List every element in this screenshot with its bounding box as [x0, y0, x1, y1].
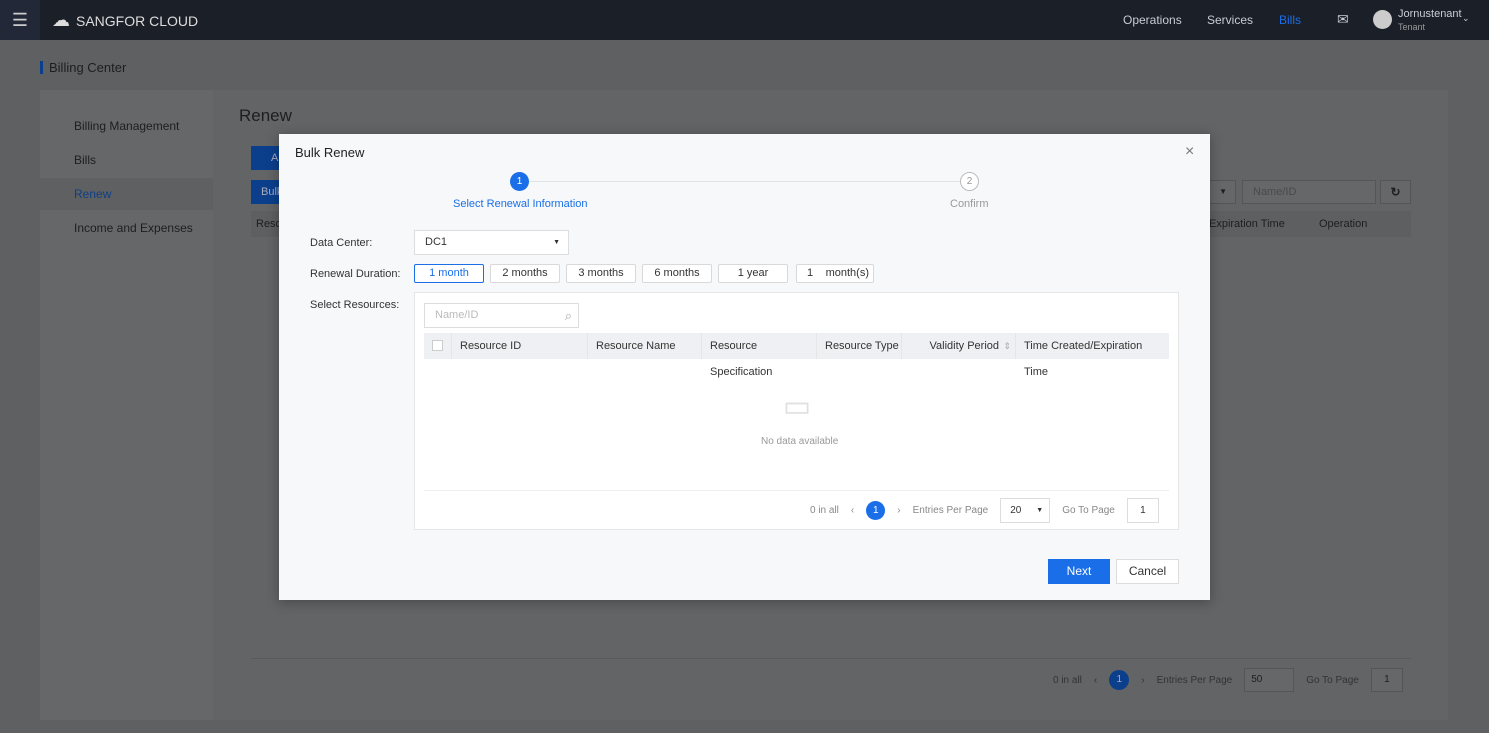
col-validity-period[interactable]: Validity Period ⇕ — [902, 333, 1016, 359]
user-role: Tenant — [1398, 22, 1426, 32]
resource-table-header: Resource ID Resource Name Resource Speci… — [424, 333, 1169, 378]
prev-page-icon[interactable]: ‹ — [851, 505, 854, 516]
prev-page-icon[interactable]: ‹ — [1094, 675, 1097, 686]
refresh-icon[interactable]: ↻ — [1380, 180, 1411, 204]
caret-down-icon: ▼ — [553, 239, 560, 246]
divider — [424, 490, 1169, 491]
chevron-down-icon[interactable]: ⌄ — [1462, 13, 1470, 24]
col-time-created[interactable]: Time Created/Expiration Time — [1016, 333, 1169, 378]
step-1-label: Select Renewal Information — [453, 198, 588, 210]
sidebar: Billing Management Bills Renew Income an… — [40, 90, 213, 720]
select-resources-label: Select Resources: — [310, 299, 400, 311]
step-1-indicator: 1 — [510, 172, 529, 191]
duration-6-months[interactable]: 6 months — [642, 264, 712, 283]
step-2-label: Confirm — [950, 198, 989, 210]
pagination: 0 in all ‹ 1 › Entries Per Page 50 Go To… — [1053, 668, 1403, 692]
step-line — [529, 181, 969, 182]
empty-inbox-icon: ▭ — [782, 390, 812, 423]
duration-1-month[interactable]: 1 month — [414, 264, 484, 283]
next-button[interactable]: Next — [1048, 559, 1110, 584]
logo: ☁ SANGFOR CLOUD — [52, 10, 199, 30]
data-center-select[interactable]: DC1 ▼ — [414, 230, 569, 255]
entries-select[interactable]: 20 ▼ — [1000, 498, 1051, 523]
resource-panel: Name/ID ⌕ Resource ID Resource Name Reso… — [414, 292, 1179, 530]
dialog-title: Bulk Renew — [295, 145, 365, 160]
col-resource-id[interactable]: Resource ID — [452, 333, 588, 359]
next-page-icon[interactable]: › — [1141, 675, 1144, 686]
col-resource-name[interactable]: Resource Name — [588, 333, 702, 359]
nav-bills[interactable]: Bills — [1279, 13, 1301, 27]
page-title: Renew — [239, 106, 292, 125]
sidebar-item-billing-management[interactable]: Billing Management — [40, 114, 213, 138]
bulk-renew-dialog: Bulk Renew × 1 Select Renewal Informatio… — [279, 134, 1210, 600]
custom-duration-input[interactable]: 1 month(s) — [796, 264, 874, 283]
cancel-button[interactable]: Cancel — [1116, 559, 1179, 584]
divider — [251, 658, 1411, 659]
avatar[interactable] — [1373, 10, 1392, 29]
nav-services[interactable]: Services — [1207, 13, 1253, 27]
empty-message: No data available — [761, 436, 839, 447]
search-icon: ⌕ — [564, 308, 572, 323]
data-center-label: Data Center: — [310, 237, 373, 249]
mail-icon[interactable]: ✉ — [1337, 11, 1349, 28]
caret-down-icon: ▼ — [1036, 507, 1044, 514]
menu-icon[interactable]: ☰ — [0, 0, 40, 40]
renewal-duration-label: Renewal Duration: — [310, 268, 401, 280]
sidebar-item-income-expenses[interactable]: Income and Expenses — [40, 216, 213, 240]
top-bar: ☰ ☁ SANGFOR CLOUD Operations Services Bil… — [0, 0, 1489, 40]
goto-input[interactable]: 1 — [1370, 668, 1403, 692]
col-resource-spec[interactable]: Resource Specification — [702, 333, 817, 378]
sidebar-item-bills[interactable]: Bills — [40, 148, 213, 172]
next-page-icon[interactable]: › — [897, 505, 900, 516]
entries-select[interactable]: 50 — [1244, 668, 1295, 692]
col-resource-type[interactable]: Resource Type — [817, 333, 902, 359]
search-input[interactable]: Name/ID — [1242, 180, 1376, 204]
duration-1-year[interactable]: 1 year — [718, 264, 788, 283]
duration-2-months[interactable]: 2 months — [490, 264, 560, 283]
breadcrumb-marker — [40, 61, 43, 74]
close-icon[interactable]: × — [1185, 143, 1194, 161]
sidebar-item-renew[interactable]: Renew — [40, 178, 213, 210]
sort-icon[interactable]: ⇕ — [1003, 333, 1011, 359]
resource-search-input[interactable]: Name/ID ⌕ — [424, 303, 579, 328]
page-1[interactable]: 1 — [866, 501, 886, 520]
goto-input[interactable]: 1 — [1126, 498, 1159, 523]
step-2-indicator: 2 — [960, 172, 979, 191]
breadcrumb: Billing Center — [49, 60, 127, 75]
duration-3-months[interactable]: 3 months — [566, 264, 636, 283]
user-name[interactable]: Jornustenant — [1398, 8, 1462, 20]
nav-operations[interactable]: Operations — [1123, 13, 1182, 27]
page-1[interactable]: 1 — [1109, 670, 1130, 690]
resource-pagination: 0 in all ‹ 1 › Entries Per Page 20 ▼ Go T… — [810, 498, 1159, 523]
select-all-checkbox[interactable] — [424, 333, 452, 359]
